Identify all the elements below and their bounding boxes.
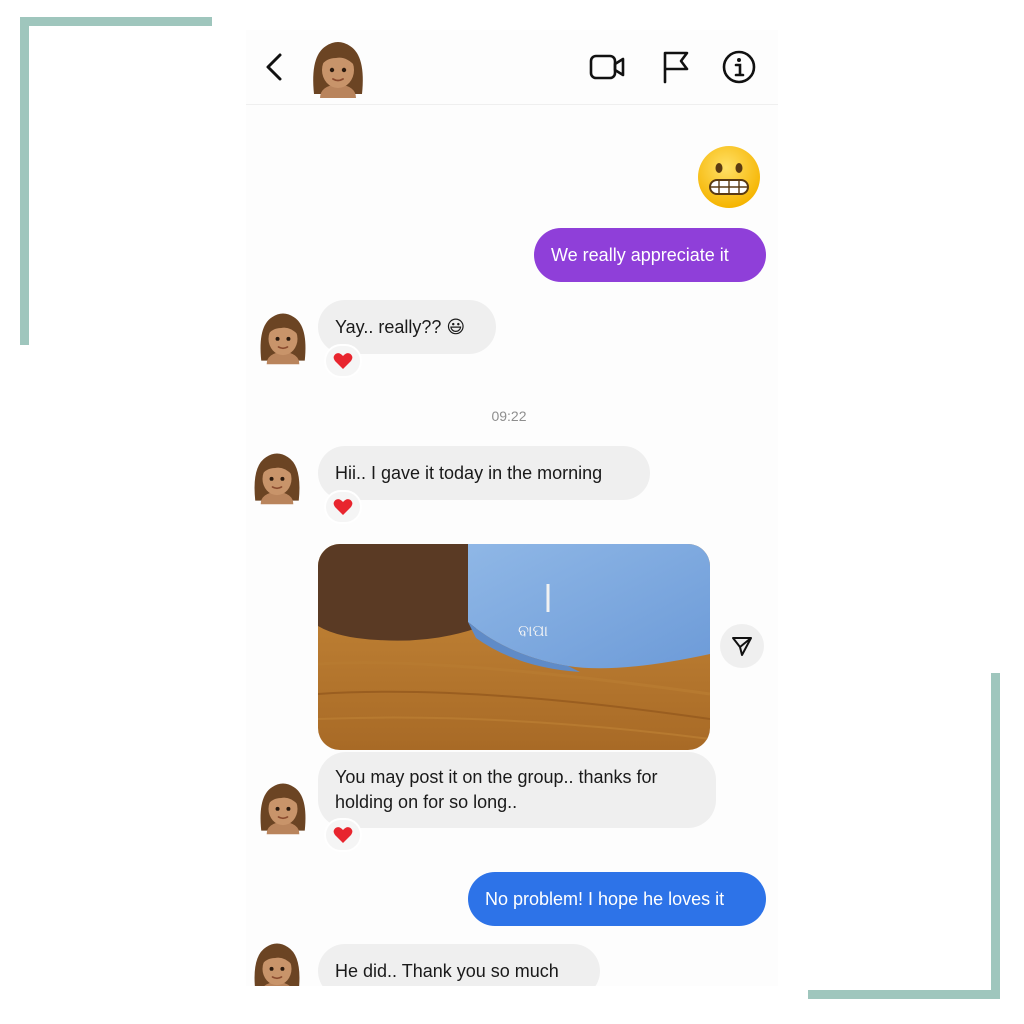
message-bubble-incoming[interactable]: He did.. Thank you so much [318, 944, 600, 986]
flag-icon[interactable] [660, 50, 692, 84]
contact-avatar[interactable] [248, 938, 306, 986]
message-text: Hii.. I gave it today in the morning [335, 463, 603, 483]
contact-avatar[interactable] [254, 308, 312, 366]
message-text: We really appreciate it [551, 245, 729, 265]
contact-avatar[interactable] [248, 448, 306, 506]
grimacing-face-emoji [698, 146, 760, 208]
chevron-left-icon[interactable] [262, 52, 286, 82]
message-bubble-outgoing[interactable]: No problem! I hope he loves it [468, 872, 766, 926]
message-bubble-incoming[interactable]: Hii.. I gave it today in the morning [318, 446, 650, 500]
paper-plane-icon [732, 637, 752, 656]
contact-avatar[interactable] [306, 36, 370, 100]
heart-reaction[interactable] [324, 490, 362, 524]
message-bubble-outgoing[interactable]: We really appreciate it [534, 228, 766, 282]
message-text: He did.. Thank you so much [335, 961, 559, 981]
message-text: Yay.. really?? 😃 [335, 317, 466, 337]
cufflink-text: ବାପା [518, 621, 549, 640]
contact-avatar[interactable] [254, 778, 312, 836]
message-text: You may post it on the group.. thanks fo… [335, 767, 658, 812]
frame-corner-bottom [808, 990, 1000, 999]
frame-corner-top [20, 17, 212, 26]
heart-icon [333, 353, 353, 369]
heart-reaction[interactable] [324, 818, 362, 852]
heart-reaction[interactable] [324, 344, 362, 378]
info-icon[interactable] [721, 49, 757, 85]
timestamp: 09:22 [491, 408, 527, 424]
photo-message[interactable]: ବାପା [318, 544, 710, 750]
frame-corner-right [991, 673, 1000, 999]
heart-icon [333, 827, 353, 843]
share-button[interactable] [720, 624, 764, 668]
chat-header [246, 30, 778, 105]
message-text: No problem! I hope he loves it [485, 889, 725, 909]
video-camera-icon[interactable] [588, 50, 626, 84]
frame-corner-left [20, 17, 29, 345]
message-bubble-incoming[interactable]: You may post it on the group.. thanks fo… [318, 752, 716, 828]
heart-icon [333, 499, 353, 515]
chat-screen: We really appreciate it Yay.. really?? 😃… [246, 30, 778, 986]
